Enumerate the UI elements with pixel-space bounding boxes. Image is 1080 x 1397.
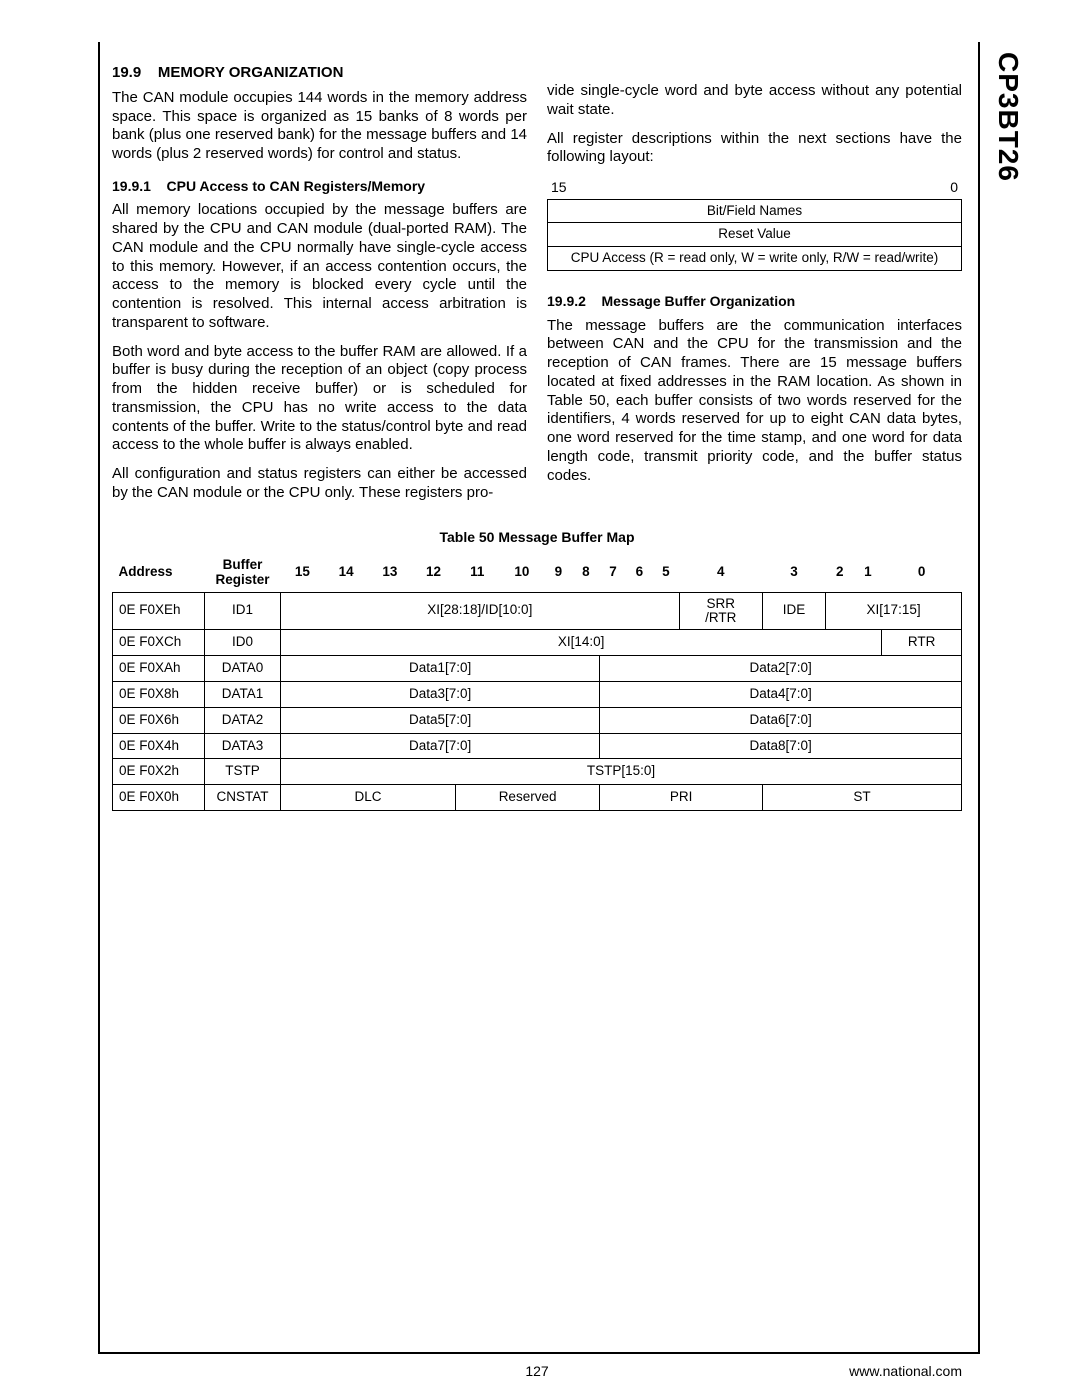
subsection-title: CPU Access to CAN Registers/Memory [167, 178, 426, 194]
table-caption: Table 50 Message Buffer Map [112, 529, 962, 547]
para: vide single-cycle word and byte access w… [547, 82, 962, 120]
table-row: 0E F0X0h CNSTAT DLC Reserved PRI ST [113, 785, 962, 811]
table-row: 0E F0X6h DATA2 Data5[7:0] Data6[7:0] [113, 707, 962, 733]
bit-col: 0 [882, 554, 962, 592]
para: The CAN module occupies 144 words in the… [112, 89, 527, 164]
bit-col: 5 [653, 554, 679, 592]
page-footer: 127 www.national.com [112, 1363, 962, 1379]
para: The message buffers are the communicatio… [547, 317, 962, 486]
subsection-num: 19.9.2 [547, 293, 586, 309]
bit-col: 7 [600, 554, 626, 592]
table-row: 0E F0X8h DATA1 Data3[7:0] Data4[7:0] [113, 681, 962, 707]
para: All memory locations occupied by the mes… [112, 201, 527, 332]
bit-col: 9 [545, 554, 573, 592]
bit-col: 10 [499, 554, 545, 592]
register-layout-diagram: 15 0 Bit/Field Names Reset Value CPU Acc… [547, 179, 962, 271]
bit-low: 0 [950, 179, 958, 197]
table-row: 0E F0XCh ID0 XI[14:0] RTR [113, 630, 962, 656]
subsection-title: Message Buffer Organization [602, 293, 796, 309]
table-row: 0E F0X4h DATA3 Data7[7:0] Data8[7:0] [113, 733, 962, 759]
bit-col: 3 [762, 554, 825, 592]
bit-col: 8 [572, 554, 600, 592]
bit-high: 15 [551, 179, 567, 197]
subsection-num: 19.9.1 [112, 178, 151, 194]
page-content: 19.9 MEMORY ORGANIZATION The CAN module … [112, 64, 962, 811]
col-buffer-register: Buffer Register [205, 554, 281, 592]
bit-col: 13 [368, 554, 412, 592]
section-title: MEMORY ORGANIZATION [158, 64, 344, 81]
message-buffer-map-table: Address Buffer Register 15 14 13 12 11 1… [112, 554, 962, 811]
table-row: 0E F0XEh ID1 XI[28:18]/ID[10:0] SRR /RTR… [113, 592, 962, 629]
para: All register descriptions within the nex… [547, 130, 962, 168]
bit-col: 11 [455, 554, 499, 592]
bit-col: 6 [626, 554, 652, 592]
bit-col: 12 [412, 554, 456, 592]
reg-row: Reset Value [548, 223, 962, 247]
bit-col: 1 [854, 554, 882, 592]
table-row: 0E F0X2h TSTP TSTP[15:0] [113, 759, 962, 785]
doc-code: CP3BT26 [992, 52, 1024, 182]
para: All configuration and status registers c… [112, 465, 527, 503]
left-column: 19.9 MEMORY ORGANIZATION The CAN module … [112, 64, 527, 503]
page-number: 127 [112, 1363, 962, 1379]
bit-col: 15 [281, 554, 325, 592]
section-num: 19.9 [112, 64, 141, 81]
para: Both word and byte access to the buffer … [112, 343, 527, 456]
bit-col: 4 [679, 554, 762, 592]
table-row: 0E F0XAh DATA0 Data1[7:0] Data2[7:0] [113, 655, 962, 681]
reg-row: Bit/Field Names [548, 199, 962, 223]
col-address: Address [113, 554, 205, 592]
reg-row: CPU Access (R = read only, W = write onl… [548, 247, 962, 271]
bit-col: 14 [324, 554, 368, 592]
right-column: vide single-cycle word and byte access w… [547, 64, 962, 503]
bit-col: 2 [826, 554, 854, 592]
